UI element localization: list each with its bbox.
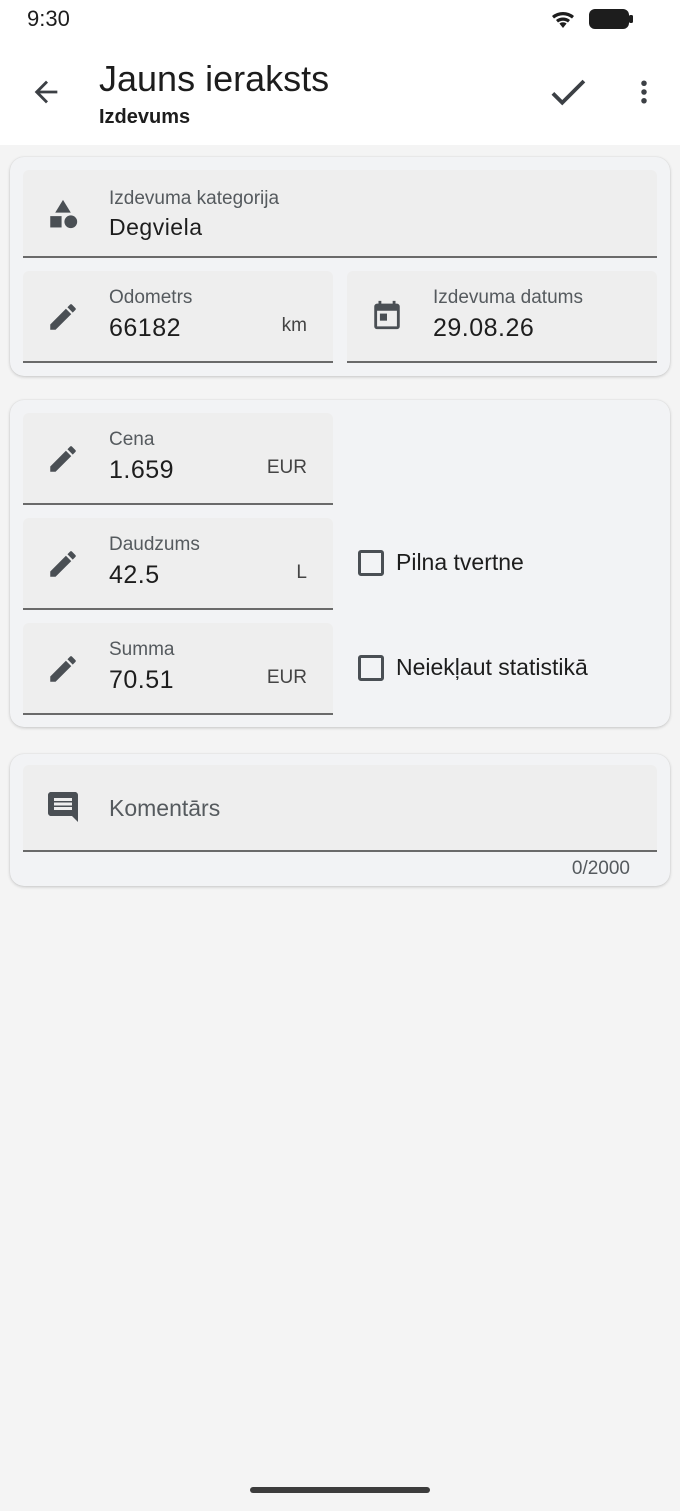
save-button[interactable]: [540, 66, 596, 122]
price-unit: EUR: [266, 457, 307, 478]
comment-field[interactable]: Komentārs: [23, 765, 657, 852]
full-tank-label: Pilna tvertne: [396, 549, 524, 575]
check-icon: [545, 69, 591, 120]
price-field[interactable]: Cena 1.659 EUR: [23, 413, 333, 505]
page-title: Jauns ieraksts: [99, 58, 330, 99]
category-field[interactable]: Izdevuma kategorija Degviela: [23, 170, 657, 258]
price-label: Cena: [109, 429, 155, 450]
comment-icon: [45, 789, 81, 825]
status-bar: 9:30: [0, 0, 680, 40]
pencil-icon: [45, 299, 81, 335]
arrow-back-icon: [29, 75, 63, 114]
wifi-icon: [548, 7, 578, 36]
more-options-button[interactable]: [620, 70, 668, 118]
details-card: Izdevuma kategorija Degviela Odometrs 66…: [10, 157, 670, 376]
calendar-icon: [369, 297, 405, 333]
date-label: Izdevuma datums: [433, 287, 583, 308]
quantity-unit: L: [296, 562, 307, 583]
odometer-unit: km: [281, 315, 307, 336]
more-vert-icon: [629, 77, 659, 112]
exclude-stats-row[interactable]: Neiekļaut statistikā: [358, 654, 588, 681]
sum-unit: EUR: [266, 667, 307, 688]
page-subtitle: Izdevums: [99, 106, 191, 128]
odometer-value: 66182: [109, 314, 182, 342]
exclude-stats-checkbox[interactable]: [358, 654, 384, 681]
full-tank-checkbox[interactable]: [358, 549, 384, 576]
comment-placeholder: Komentārs: [109, 795, 221, 821]
home-indicator[interactable]: [250, 1487, 430, 1493]
quantity-value: 42.5: [109, 561, 160, 589]
full-tank-row[interactable]: Pilna tvertne: [358, 549, 524, 576]
amounts-card: Cena 1.659 EUR Daudzums 42.5 L Summa 70.…: [10, 400, 670, 727]
app-bar: Jauns ieraksts Izdevums: [0, 40, 680, 145]
pencil-icon: [45, 441, 81, 477]
category-value: Degviela: [109, 214, 203, 240]
quantity-field[interactable]: Daudzums 42.5 L: [23, 518, 333, 610]
odometer-label: Odometrs: [109, 287, 193, 308]
status-time: 9:30: [27, 6, 70, 31]
category-label: Izdevuma kategorija: [109, 188, 280, 209]
battery-icon: [588, 7, 634, 36]
pencil-icon: [45, 651, 81, 687]
date-value: 29.08.26: [433, 314, 535, 342]
category-shapes-icon: [45, 196, 81, 232]
exclude-stats-label: Neiekļaut statistikā: [396, 654, 588, 680]
quantity-label: Daudzums: [109, 534, 200, 555]
date-field[interactable]: Izdevuma datums 29.08.26: [347, 271, 657, 363]
price-value: 1.659: [109, 456, 175, 484]
sum-label: Summa: [109, 639, 175, 660]
sum-field[interactable]: Summa 70.51 EUR: [23, 623, 333, 715]
comment-counter: 0/2000: [571, 858, 630, 879]
back-button[interactable]: [22, 70, 70, 118]
status-icons: [548, 7, 634, 36]
comment-card: Komentārs 0/2000: [10, 754, 670, 886]
sum-value: 70.51: [109, 666, 175, 694]
odometer-field[interactable]: Odometrs 66182 km: [23, 271, 333, 363]
pencil-icon: [45, 546, 81, 582]
